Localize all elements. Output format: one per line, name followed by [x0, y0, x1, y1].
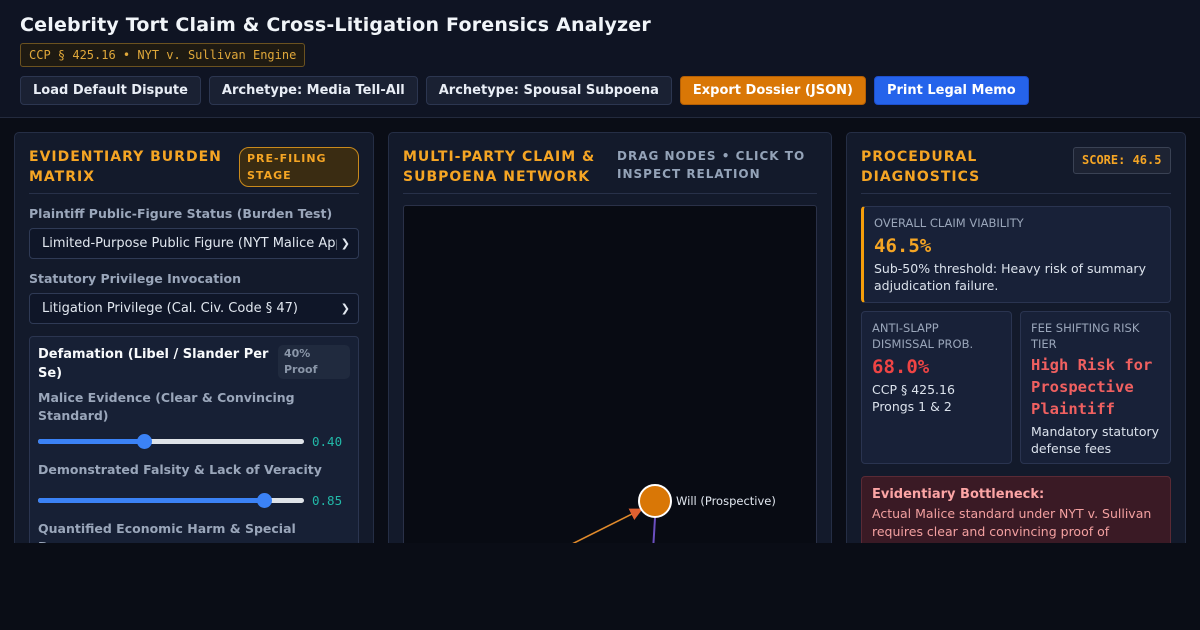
print-memo-button[interactable]: Print Legal Memo: [873, 76, 1029, 105]
diagnostics-panel-title: PROCEDURAL DIAGNOSTICS: [861, 149, 981, 185]
viability-desc: Sub-50% threshold: Heavy risk of summary…: [874, 261, 1146, 293]
toolbar: Load Default Dispute Archetype: Media Te…: [20, 76, 1180, 105]
falsity-slider[interactable]: [38, 493, 304, 508]
fee-risk-value: High Risk for Prospective Plaintiff: [1031, 356, 1153, 418]
malice-slider-thumb[interactable]: [137, 434, 153, 449]
defamation-claim-card: Defamation (Libel / Slander Per Se) 40% …: [29, 336, 359, 543]
claim-network-graph[interactable]: Will (Prospective): [403, 205, 817, 543]
evidentiary-bottleneck-alert: Evidentiary Bottleneck: Actual Malice st…: [861, 476, 1171, 543]
bottleneck-title: Evidentiary Bottleneck:: [872, 487, 1045, 502]
evidentiary-panel-title: EVIDENTIARY BURDEN MATRIX: [29, 149, 222, 185]
falsity-slider-label: Demonstrated Falsity & Lack of Veracity: [38, 462, 322, 477]
falsity-slider-fill: [38, 498, 265, 503]
evidentiary-panel: EVIDENTIARY BURDEN MATRIX PRE-FILING STA…: [14, 132, 374, 543]
network-panel-header: MULTI-PARTY CLAIM & SUBPOENA NETWORK DRA…: [403, 133, 817, 194]
network-node-label: Will (Prospective): [676, 494, 776, 508]
bottleneck-text: Actual Malice standard under NYT v. Sull…: [872, 506, 1152, 539]
falsity-slider-value: 0.85: [312, 493, 343, 508]
anti-slapp-card: ANTI-SLAPP DISMISSAL PROB. 68.0% CCP § 4…: [861, 311, 1012, 464]
anti-slapp-value: 68.0%: [872, 356, 930, 378]
fee-risk-desc: Mandatory statutory defense fees: [1031, 424, 1160, 456]
economic-harm-slider-label: Quantified Economic Harm & Special Damag…: [38, 521, 296, 543]
anti-slapp-desc: CCP § 425.16 Prongs 1 & 2: [872, 382, 955, 414]
load-default-button[interactable]: Load Default Dispute: [20, 76, 201, 105]
proof-badge: 40% Proof: [278, 345, 350, 379]
archetype-spousal-button[interactable]: Archetype: Spousal Subpoena: [425, 76, 672, 105]
malice-slider-fill: [38, 439, 145, 444]
claim-card-header: Defamation (Libel / Slander Per Se) 40% …: [38, 345, 350, 383]
privilege-select[interactable]: Litigation Privilege (Cal. Civ. Code § 4…: [29, 293, 359, 324]
falsity-slider-row: 0.85: [38, 493, 350, 508]
network-node[interactable]: [638, 484, 672, 518]
network-panel: MULTI-PARTY CLAIM & SUBPOENA NETWORK DRA…: [388, 132, 832, 543]
score-badge: SCORE: 46.5: [1073, 147, 1171, 174]
chevron-down-icon: ❯: [340, 237, 350, 250]
fee-risk-card: FEE SHIFTING RISK TIER High Risk for Pro…: [1020, 311, 1171, 464]
malice-slider-row: 0.40: [38, 434, 350, 449]
archetype-media-button[interactable]: Archetype: Media Tell-All: [208, 76, 418, 105]
diagnostics-panel: PROCEDURAL DIAGNOSTICS SCORE: 46.5 OVERA…: [846, 132, 1186, 543]
export-dossier-button[interactable]: Export Dossier (JSON): [679, 76, 866, 105]
engine-badge: CCP § 425.16 • NYT v. Sullivan Engine: [20, 43, 306, 67]
claim-viability-card: OVERALL CLAIM VIABILITY 46.5% Sub-50% th…: [861, 206, 1171, 303]
fee-risk-label: FEE SHIFTING RISK TIER: [1031, 321, 1140, 351]
network-edge[interactable]: [564, 508, 643, 543]
privilege-value: Litigation Privilege (Cal. Civ. Code § 4…: [42, 301, 298, 316]
malice-slider[interactable]: [38, 434, 304, 449]
app-header: Celebrity Tort Claim & Cross-Litigation …: [0, 0, 1200, 118]
malice-slider-value: 0.40: [312, 434, 343, 449]
viability-value: 46.5%: [874, 235, 932, 257]
network-svg: Will (Prospective): [564, 484, 776, 543]
falsity-slider-thumb[interactable]: [257, 493, 273, 508]
network-panel-title: MULTI-PARTY CLAIM & SUBPOENA NETWORK: [403, 149, 596, 185]
app-title: Celebrity Tort Claim & Cross-Litigation …: [20, 14, 651, 36]
public-figure-value: Limited-Purpose Public Figure (NYT Malic…: [42, 236, 337, 251]
viability-label: OVERALL CLAIM VIABILITY: [874, 216, 1024, 230]
privilege-label: Statutory Privilege Invocation: [29, 271, 241, 286]
stage-badge: PRE-FILING STAGE: [239, 147, 359, 187]
diagnostics-panel-header: PROCEDURAL DIAGNOSTICS SCORE: 46.5: [861, 133, 1171, 194]
main-area: EVIDENTIARY BURDEN MATRIX PRE-FILING STA…: [0, 118, 1200, 543]
chevron-down-icon: ❯: [340, 302, 350, 315]
public-figure-label: Plaintiff Public-Figure Status (Burden T…: [29, 206, 333, 221]
claim-title: Defamation (Libel / Slander Per Se): [38, 347, 269, 381]
evidentiary-panel-header: EVIDENTIARY BURDEN MATRIX PRE-FILING STA…: [29, 133, 359, 194]
risk-metrics: ANTI-SLAPP DISMISSAL PROB. 68.0% CCP § 4…: [861, 311, 1171, 464]
network-panel-hint: DRAG NODES • CLICK TO INSPECT RELATION: [617, 149, 806, 181]
malice-slider-label: Malice Evidence (Clear & Convincing Stan…: [38, 390, 295, 423]
anti-slapp-label: ANTI-SLAPP DISMISSAL PROB.: [872, 321, 974, 351]
network-edge[interactable]: [652, 517, 656, 543]
public-figure-select[interactable]: Limited-Purpose Public Figure (NYT Malic…: [29, 228, 359, 259]
